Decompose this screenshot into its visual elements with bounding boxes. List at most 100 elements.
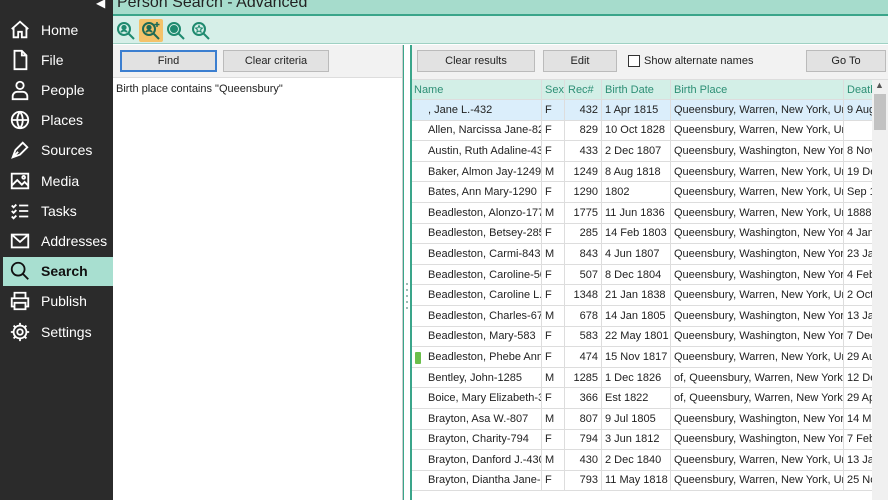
table-row[interactable]: Beadleston, Phebe Ann-474F47415 Nov 1817… [412, 347, 874, 368]
table-row[interactable]: Beadleston, Alonzo-1775 M 1775 11 Jun 1836 Q… [412, 202, 874, 224]
table-cell: 807 [565, 408, 602, 429]
table-row[interactable]: Beadleston, Charles-678 M 678 14 Jan 1805 Qu… [412, 305, 874, 327]
panel-splitter[interactable] [403, 45, 410, 500]
table-cell: 2 Dec 1840 [602, 450, 671, 470]
table-cell: 829 [565, 120, 602, 141]
clear-results-button[interactable]: Clear results [417, 50, 535, 72]
table-row[interactable]: Beadleston, Caroline-507 F 507 8 Dec 1804 Qu… [412, 264, 874, 286]
table-cell: Queensbury, Warren, New York, United [671, 285, 844, 305]
table-cell: Queensbury, Washington, New York, [671, 264, 844, 285]
collapse-arrow-icon[interactable]: ◀ [96, 0, 105, 10]
column-header[interactable]: Sex [542, 80, 565, 99]
sidebar-item-label: Home [41, 21, 79, 38]
table-row[interactable]: Austin, Ruth Adaline-433 F 433 2 Dec 1807 Qu… [412, 141, 874, 162]
sidebar-item-file[interactable]: File [3, 45, 113, 74]
family-search-icon[interactable] [164, 19, 188, 42]
person-search-icon[interactable] [114, 19, 138, 42]
table-row[interactable]: Boice, Mary Elizabeth-366F366Est 1822of,… [412, 388, 874, 409]
table-row[interactable]: Bentley, John-1285 M 1285 1 Dec 1826 of, Que… [412, 367, 874, 389]
table-cell: F [542, 470, 565, 491]
edit-button[interactable]: Edit [543, 50, 617, 72]
sidebar-item-media[interactable]: Media [3, 166, 113, 195]
sidebar-item-tasks[interactable]: Tasks [3, 196, 113, 225]
table-cell: 19 Dec [847, 165, 874, 178]
table-cell: 285 [565, 223, 602, 244]
results-table: Name Sex Rec# Birth Date Birth Place Death, J… [412, 80, 874, 492]
table-cell: M [542, 408, 565, 429]
table-cell: 7 Dec [847, 330, 874, 343]
table-cell: Beadleston, Charles-678 [412, 305, 542, 326]
scroll-thumb[interactable] [874, 94, 886, 130]
globe-icon [8, 108, 32, 132]
table-cell: 1802 [602, 182, 671, 202]
vertical-scrollbar[interactable]: ▲ [872, 80, 888, 500]
table-row[interactable]: Brayton, Danford J.-430 M 430 2 Dec 1840 Que… [412, 450, 874, 471]
column-header[interactable]: Name [412, 80, 542, 99]
table-cell [844, 121, 874, 141]
sidebar-item-search[interactable]: Search [3, 256, 113, 286]
table-cell: 14 Jan 1805 [602, 305, 671, 326]
sidebar-item-sources[interactable]: Sources [3, 136, 113, 165]
table-cell: F [542, 347, 565, 367]
table-cell: F [542, 120, 565, 141]
sidebar: ◀ Home File People Places Sources Media Tasks A… [0, 0, 113, 500]
table-cell: 583 [565, 326, 602, 347]
table-cell: 21 Jan 1838 [602, 285, 671, 305]
table-cell: Queensbury, Warren, New York, United [671, 450, 844, 470]
table-cell: 507 [565, 264, 602, 285]
table-row[interactable]: Brayton, Asa W.-807 M 807 9 Jul 1805 Queensb… [412, 408, 874, 430]
row-marker [415, 352, 421, 365]
table-cell: 793 [565, 470, 602, 491]
table-cell: Bates, Ann Mary-1290 [412, 182, 542, 202]
table-cell: Baker, Almon Jay-1249 [412, 161, 542, 182]
place-search-icon[interactable] [189, 19, 213, 42]
sidebar-item-places[interactable]: Places [3, 106, 113, 135]
sidebar-item-people[interactable]: People [3, 75, 113, 104]
sidebar-item-settings[interactable]: Settings [3, 317, 113, 346]
table-row[interactable]: Beadleston, Betsey-285 F 285 14 Feb 1803 Que… [412, 223, 874, 245]
table-row[interactable]: Bates, Ann Mary-1290 F 1290 1802 Queensbury,… [412, 182, 874, 203]
clear-criteria-button[interactable]: Clear criteria [223, 50, 329, 72]
table-cell: Brayton, Charity-794 [412, 429, 542, 450]
sidebar-item-publish[interactable]: Publish [3, 287, 113, 316]
table-cell: of, Queensbury, Warren, New York, U [671, 388, 844, 408]
table-row[interactable]: Allen, Narcissa Jane-829 F 829 10 Oct 1828 Q… [412, 120, 874, 142]
table-cell: 1888 [847, 206, 872, 219]
find-button[interactable]: Find [120, 50, 217, 72]
column-header[interactable]: Birth Place [671, 80, 844, 99]
table-cell: M [542, 367, 565, 388]
table-cell: 3 Jun 1812 [602, 429, 671, 450]
sidebar-item-addresses[interactable]: Addresses [3, 226, 113, 255]
table-row[interactable]: Beadleston, Carmi-843 M 843 4 Jun 1807 Queen… [412, 244, 874, 265]
table-cell: 4 Jan [847, 227, 874, 240]
table-cell: Queensbury, Warren, New York, United [671, 120, 844, 141]
table-cell: Bentley, John-1285 [412, 367, 542, 388]
table-row[interactable]: Baker, Almon Jay-1249 M 1249 8 Aug 1818 Quee… [412, 161, 874, 183]
column-header[interactable]: Rec# [565, 80, 602, 99]
go-to-button[interactable]: Go To [806, 50, 886, 72]
scroll-up-icon[interactable]: ▲ [875, 80, 884, 90]
column-header[interactable]: Birth Date [602, 80, 671, 99]
table-cell: 8 Aug 1818 [602, 161, 671, 182]
table-row[interactable]: Brayton, Charity-794 F 794 3 Jun 1812 Queens… [412, 429, 874, 451]
table-row[interactable]: Brayton, Diantha Jane-793F79311 May 1818… [412, 470, 874, 492]
table-cell: Austin, Ruth Adaline-433 [412, 141, 542, 161]
table-cell: Est 1822 [602, 388, 671, 408]
table-cell: 11 May 1818 [602, 470, 671, 491]
table-row[interactable]: , Jane L.-432 F 432 1 Apr 1815 Queensbury, W… [412, 100, 874, 121]
advanced-person-search-icon[interactable] [139, 19, 163, 42]
table-cell: Beadleston, Phebe Ann-474 [412, 347, 542, 367]
sidebar-item-home[interactable]: Home [3, 15, 113, 44]
table-cell: M [542, 244, 565, 264]
column-header[interactable]: Death [844, 80, 874, 99]
table-row[interactable]: Beadleston, Mary-583 F 583 22 May 1801 Queen… [412, 326, 874, 348]
table-cell: F [542, 182, 565, 202]
show-alternate-names-checkbox[interactable] [628, 55, 640, 67]
sidebar-item-label: People [41, 81, 85, 98]
table-cell: Queensbury, Warren, New York, United [671, 470, 844, 491]
table-cell: Beadleston, Carmi-843 [412, 244, 542, 264]
table-row[interactable]: Beadleston, Caroline L.-1348F134821 Jan … [412, 285, 874, 306]
table-cell: 2 Dec 1807 [602, 141, 671, 161]
table-cell: 843 [565, 244, 602, 264]
table-cell: 29 Apr [847, 392, 874, 405]
